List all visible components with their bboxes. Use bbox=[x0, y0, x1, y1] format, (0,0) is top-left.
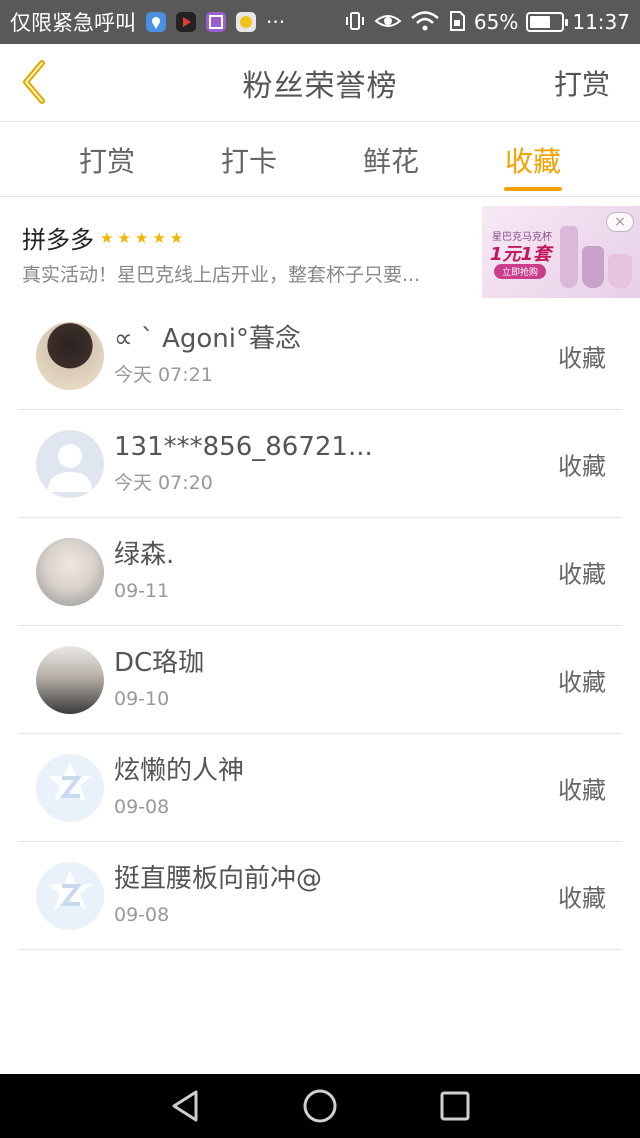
action-label: 收藏 bbox=[558, 776, 606, 804]
avatar[interactable] bbox=[36, 645, 104, 714]
ad-description: 真实活动！星巴克线上店开业，整套杯子只要... bbox=[22, 264, 421, 286]
fan-date: 09-08 bbox=[114, 795, 170, 818]
avatar[interactable] bbox=[36, 753, 104, 822]
fan-list: ∝ ˋ Agoni°暮念 今天 07:21 收藏 131***856_86721… bbox=[0, 302, 640, 950]
fan-name: 131***856_86721... bbox=[114, 431, 373, 462]
ad-image-headline: 1元1套 bbox=[490, 244, 552, 265]
nav-recents-button[interactable] bbox=[425, 1076, 485, 1136]
clock-text: 11:37 bbox=[572, 10, 630, 34]
cup-image bbox=[608, 254, 632, 288]
square-recents-icon bbox=[440, 1091, 470, 1121]
rating-stars-icon: ★★★★★ bbox=[100, 228, 188, 247]
app-header: 粉丝荣誉榜 打赏 bbox=[0, 44, 640, 122]
status-bar: 仅限紧急呼叫 ··· 65% 11:37 bbox=[0, 0, 640, 44]
avatar[interactable] bbox=[36, 537, 104, 606]
fan-date: 今天 07:21 bbox=[114, 363, 213, 386]
circle-home-icon bbox=[303, 1089, 337, 1123]
action-label: 收藏 bbox=[558, 668, 606, 696]
vibrate-icon bbox=[344, 10, 366, 35]
list-item[interactable]: ∝ ˋ Agoni°暮念 今天 07:21 收藏 bbox=[18, 302, 622, 410]
back-button[interactable] bbox=[14, 56, 54, 108]
sim-icon bbox=[448, 10, 466, 35]
battery-fill bbox=[530, 16, 550, 28]
system-nav-bar bbox=[0, 1074, 640, 1138]
fan-date: 今天 07:20 bbox=[114, 471, 213, 494]
cup-image bbox=[560, 226, 578, 288]
eye-icon bbox=[374, 10, 402, 35]
ad-banner[interactable]: 拼多多 ★★★★★ 真实活动！星巴克线上店开业，整套杯子只要... 星巴克马克杯… bbox=[0, 198, 640, 302]
reward-button[interactable]: 打赏 bbox=[554, 63, 610, 103]
action-label: 收藏 bbox=[558, 560, 606, 588]
list-item[interactable]: 131***856_86721... 今天 07:20 收藏 bbox=[18, 410, 622, 518]
fan-name: ∝ ˋ Agoni°暮念 bbox=[114, 323, 302, 354]
ad-image-button: 立即抢购 bbox=[494, 264, 547, 279]
action-label: 收藏 bbox=[558, 452, 606, 480]
more-icon: ··· bbox=[266, 10, 286, 34]
battery-percent: 65% bbox=[473, 10, 519, 34]
action-label: 收藏 bbox=[558, 344, 606, 372]
default-z-avatar-icon bbox=[48, 869, 92, 910]
gallery-app-icon bbox=[206, 12, 226, 32]
fan-name: 炫懒的人神 bbox=[114, 755, 245, 786]
cup-image bbox=[582, 246, 604, 288]
avatar[interactable] bbox=[36, 429, 104, 498]
video-app-icon bbox=[176, 12, 196, 32]
tab-checkin[interactable]: 打卡 bbox=[178, 122, 320, 197]
default-z-avatar-icon bbox=[48, 761, 92, 802]
list-item[interactable]: DC珞珈 09-10 收藏 bbox=[18, 626, 622, 734]
ad-close-button[interactable]: × bbox=[606, 212, 634, 232]
avatar[interactable] bbox=[36, 861, 104, 930]
fan-name: DC珞珈 bbox=[114, 647, 205, 678]
tab-flowers[interactable]: 鲜花 bbox=[320, 122, 462, 197]
list-item[interactable]: 绿森. 09-11 收藏 bbox=[18, 518, 622, 626]
battery-icon bbox=[526, 12, 569, 32]
default-person-icon bbox=[48, 443, 92, 492]
avatar[interactable] bbox=[36, 321, 104, 390]
nav-home-button[interactable] bbox=[290, 1076, 350, 1136]
chat-app-icon bbox=[236, 12, 256, 32]
action-label: 收藏 bbox=[558, 884, 606, 912]
triangle-back-icon bbox=[172, 1090, 198, 1122]
carrier-text: 仅限紧急呼叫 bbox=[10, 11, 136, 35]
ad-title: 拼多多 bbox=[22, 226, 94, 254]
wifi-icon bbox=[410, 10, 440, 35]
location-app-icon bbox=[146, 12, 166, 32]
tab-reward[interactable]: 打赏 bbox=[36, 122, 178, 197]
fan-date: 09-10 bbox=[114, 687, 170, 710]
fan-name: 绿森. bbox=[114, 539, 175, 570]
tab-bar: 打赏 打卡 鲜花 收藏 bbox=[0, 122, 640, 197]
fan-date: 09-08 bbox=[114, 903, 170, 926]
fan-date: 09-11 bbox=[114, 579, 170, 602]
ad-title-row: 拼多多 ★★★★★ bbox=[22, 220, 187, 255]
fan-name: 挺直腰板向前冲@ bbox=[114, 863, 323, 894]
page-title: 粉丝荣誉榜 bbox=[242, 68, 398, 104]
nav-back-button[interactable] bbox=[155, 1076, 215, 1136]
back-chevron-icon bbox=[23, 60, 45, 104]
list-item[interactable]: 挺直腰板向前冲@ 09-08 收藏 bbox=[18, 842, 622, 950]
tab-favorites[interactable]: 收藏 bbox=[462, 122, 604, 197]
list-item[interactable]: 炫懒的人神 09-08 收藏 bbox=[18, 734, 622, 842]
